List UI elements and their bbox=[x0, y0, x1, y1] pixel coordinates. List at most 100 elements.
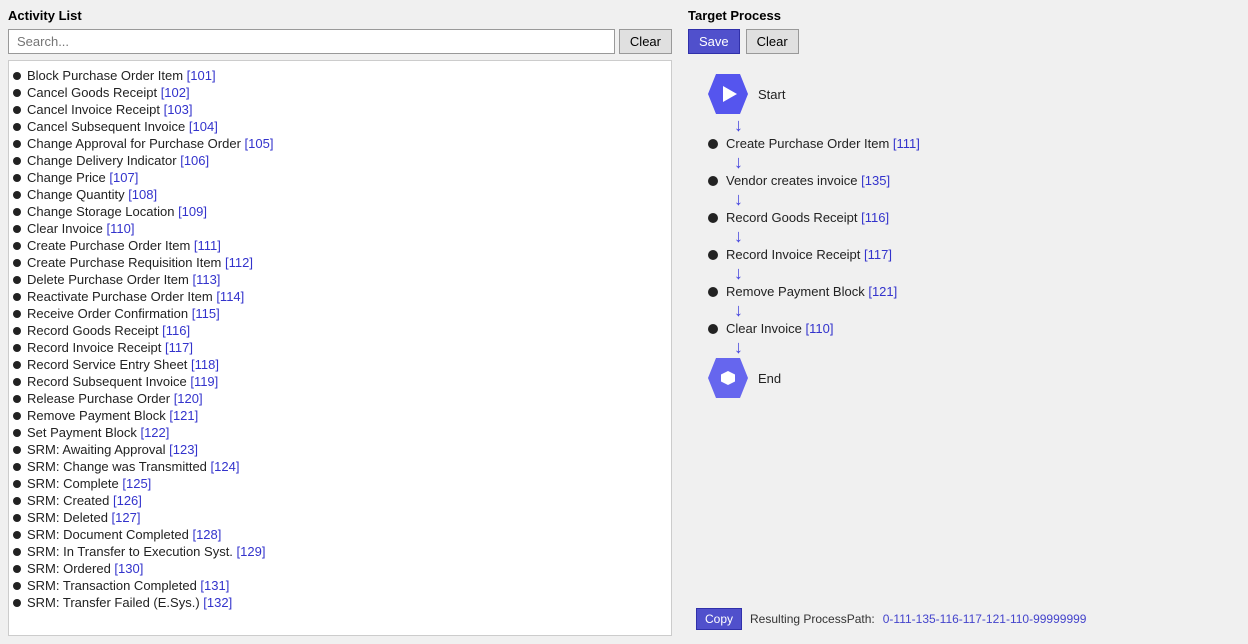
list-item[interactable]: SRM: Change was Transmitted [124] bbox=[13, 458, 667, 475]
activity-list: Block Purchase Order Item [101]Cancel Go… bbox=[8, 60, 672, 636]
bullet-icon bbox=[13, 259, 21, 267]
copy-button[interactable]: Copy bbox=[696, 608, 742, 630]
bullet-icon bbox=[13, 208, 21, 216]
list-item[interactable]: SRM: Created [126] bbox=[13, 492, 667, 509]
bottom-bar: Copy Resulting ProcessPath: 0-111-135-11… bbox=[688, 602, 1240, 636]
flow-step[interactable]: Clear Invoice [110] bbox=[708, 321, 1220, 336]
flow-step[interactable]: Record Invoice Receipt [117] bbox=[708, 247, 1220, 262]
bullet-icon bbox=[13, 293, 21, 301]
bullet-icon bbox=[13, 599, 21, 607]
bullet-icon bbox=[13, 72, 21, 80]
list-item[interactable]: SRM: Awaiting Approval [123] bbox=[13, 441, 667, 458]
list-item[interactable]: Receive Order Confirmation [115] bbox=[13, 305, 667, 322]
list-item[interactable]: Change Price [107] bbox=[13, 169, 667, 186]
end-icon bbox=[721, 371, 735, 385]
flow-arrow: ↓ bbox=[734, 301, 1220, 319]
flow-arrow: ↓ bbox=[734, 227, 1220, 245]
flow-arrow: ↓ bbox=[734, 190, 1220, 208]
save-button[interactable]: Save bbox=[688, 29, 740, 54]
flow-arrow: ↓ bbox=[734, 338, 1220, 356]
bullet-icon bbox=[13, 378, 21, 386]
bullet-icon bbox=[13, 225, 21, 233]
bullet-icon bbox=[13, 582, 21, 590]
list-item[interactable]: Set Payment Block [122] bbox=[13, 424, 667, 441]
list-item[interactable]: Cancel Goods Receipt [102] bbox=[13, 84, 667, 101]
list-item[interactable]: SRM: Deleted [127] bbox=[13, 509, 667, 526]
list-item[interactable]: SRM: Transfer Failed (E.Sys.) [132] bbox=[13, 594, 667, 611]
list-item[interactable]: Change Storage Location [109] bbox=[13, 203, 667, 220]
step-dot bbox=[708, 176, 718, 186]
bullet-icon bbox=[13, 497, 21, 505]
step-dot bbox=[708, 139, 718, 149]
step-dot bbox=[708, 250, 718, 260]
list-item[interactable]: Reactivate Purchase Order Item [114] bbox=[13, 288, 667, 305]
bullet-icon bbox=[13, 242, 21, 250]
flow-step[interactable]: Vendor creates invoice [135] bbox=[708, 173, 1220, 188]
bullet-icon bbox=[13, 89, 21, 97]
list-item[interactable]: Record Subsequent Invoice [119] bbox=[13, 373, 667, 390]
list-item[interactable]: Change Quantity [108] bbox=[13, 186, 667, 203]
flow-arrow: ↓ bbox=[734, 116, 1220, 134]
list-item[interactable]: Create Purchase Order Item [111] bbox=[13, 237, 667, 254]
bullet-icon bbox=[13, 514, 21, 522]
flow-end: End bbox=[708, 358, 1220, 398]
bullet-icon bbox=[13, 106, 21, 114]
list-item[interactable]: Record Service Entry Sheet [118] bbox=[13, 356, 667, 373]
bullet-icon bbox=[13, 174, 21, 182]
list-item[interactable]: Cancel Subsequent Invoice [104] bbox=[13, 118, 667, 135]
list-item[interactable]: Remove Payment Block [121] bbox=[13, 407, 667, 424]
bullet-icon bbox=[13, 276, 21, 284]
list-item[interactable]: SRM: Transaction Completed [131] bbox=[13, 577, 667, 594]
flow-step[interactable]: Create Purchase Order Item [111] bbox=[708, 136, 1220, 151]
search-input[interactable] bbox=[8, 29, 615, 54]
list-item[interactable]: Record Goods Receipt [116] bbox=[13, 322, 667, 339]
start-icon bbox=[723, 86, 737, 102]
start-shape bbox=[708, 74, 748, 114]
list-item[interactable]: Create Purchase Requisition Item [112] bbox=[13, 254, 667, 271]
bullet-icon bbox=[13, 191, 21, 199]
activity-list-title: Activity List bbox=[8, 8, 672, 23]
search-row: Clear bbox=[8, 29, 672, 54]
list-item[interactable]: Record Invoice Receipt [117] bbox=[13, 339, 667, 356]
bullet-icon bbox=[13, 310, 21, 318]
clear-process-button[interactable]: Clear bbox=[746, 29, 799, 54]
left-panel: Activity List Clear Block Purchase Order… bbox=[0, 0, 680, 644]
list-item[interactable]: Block Purchase Order Item [101] bbox=[13, 67, 667, 84]
bullet-icon bbox=[13, 395, 21, 403]
list-item[interactable]: Delete Purchase Order Item [113] bbox=[13, 271, 667, 288]
list-item[interactable]: SRM: Ordered [130] bbox=[13, 560, 667, 577]
bullet-icon bbox=[13, 157, 21, 165]
list-item[interactable]: SRM: In Transfer to Execution Syst. [129… bbox=[13, 543, 667, 560]
target-process-title: Target Process bbox=[688, 8, 1240, 23]
result-label: Resulting ProcessPath: bbox=[750, 612, 875, 626]
bullet-icon bbox=[13, 361, 21, 369]
flow-step[interactable]: Record Goods Receipt [116] bbox=[708, 210, 1220, 225]
result-path: 0-111-135-116-117-121-110-99999999 bbox=[883, 612, 1087, 626]
flow-step[interactable]: Remove Payment Block [121] bbox=[708, 284, 1220, 299]
right-panel: Target Process Save Clear Start ↓ Create… bbox=[680, 0, 1248, 644]
end-shape bbox=[708, 358, 748, 398]
list-item[interactable]: Clear Invoice [110] bbox=[13, 220, 667, 237]
bullet-icon bbox=[13, 548, 21, 556]
bullet-icon bbox=[13, 412, 21, 420]
list-item[interactable]: Change Delivery Indicator [106] bbox=[13, 152, 667, 169]
flow-start: Start bbox=[708, 74, 1220, 114]
bullet-icon bbox=[13, 446, 21, 454]
list-item[interactable]: SRM: Complete [125] bbox=[13, 475, 667, 492]
target-header-row: Save Clear bbox=[688, 29, 1240, 54]
list-item[interactable]: Cancel Invoice Receipt [103] bbox=[13, 101, 667, 118]
bullet-icon bbox=[13, 123, 21, 131]
clear-search-button[interactable]: Clear bbox=[619, 29, 672, 54]
bullet-icon bbox=[13, 480, 21, 488]
list-item[interactable]: SRM: Document Completed [128] bbox=[13, 526, 667, 543]
bullet-icon bbox=[13, 531, 21, 539]
start-label: Start bbox=[758, 87, 785, 102]
list-item[interactable]: Release Purchase Order [120] bbox=[13, 390, 667, 407]
flow-arrow: ↓ bbox=[734, 153, 1220, 171]
list-item[interactable]: Change Approval for Purchase Order [105] bbox=[13, 135, 667, 152]
process-flow: Start ↓ Create Purchase Order Item [111]… bbox=[688, 62, 1240, 602]
flow-arrow: ↓ bbox=[734, 264, 1220, 282]
step-dot bbox=[708, 287, 718, 297]
bullet-icon bbox=[13, 344, 21, 352]
bullet-icon bbox=[13, 463, 21, 471]
